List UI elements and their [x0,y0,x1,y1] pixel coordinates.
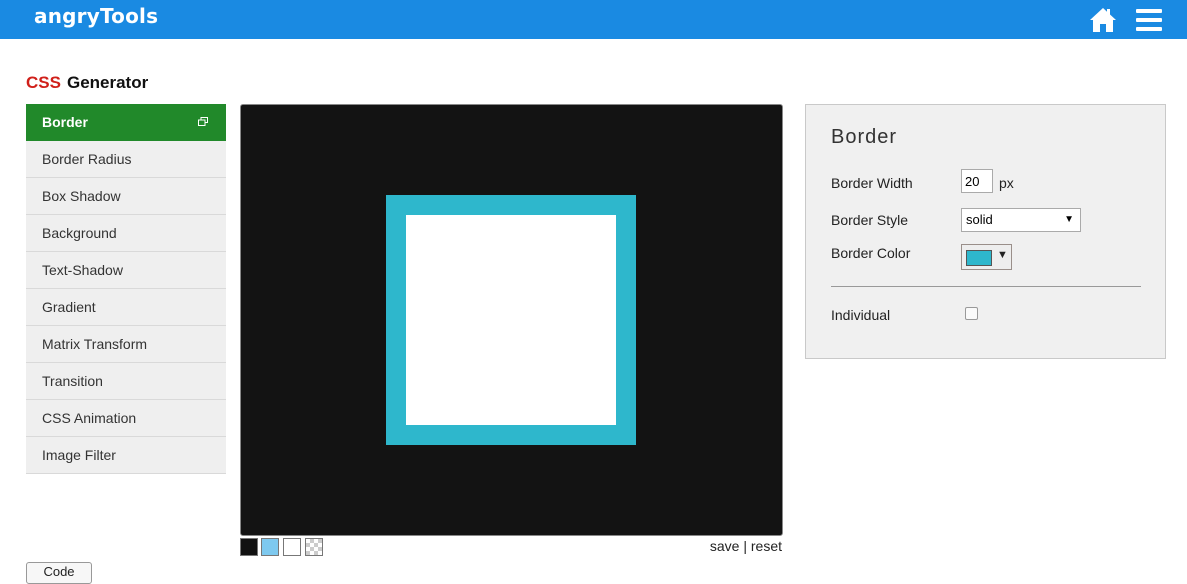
sidebar-item-box-shadow[interactable]: Box Shadow [26,178,226,215]
color-swatch-chip [966,250,992,266]
sidebar-item-border-radius[interactable]: Border Radius [26,141,226,178]
sidebar-item-label: Border [42,114,88,130]
sidebar-item-label: Matrix Transform [42,336,148,352]
save-link[interactable]: save [710,538,740,554]
border-color-picker[interactable]: ▼ [961,244,1012,270]
panel-divider [831,286,1141,287]
sidebar-item-label: Transition [42,373,103,389]
swatch-white[interactable] [283,538,301,556]
swatch-light-blue[interactable] [261,538,279,556]
border-width-input[interactable] [961,169,993,193]
link-separator: | [743,538,747,554]
chevron-down-icon: ▼ [997,249,1008,261]
sidebar-item-label: Box Shadow [42,188,121,204]
hamburger-menu-icon[interactable] [1136,9,1162,31]
sidebar-item-matrix-transform[interactable]: Matrix Transform [26,326,226,363]
sidebar-item-gradient[interactable]: Gradient [26,289,226,326]
sidebar-item-background[interactable]: Background [26,215,226,252]
menu-bar-3 [1136,27,1162,31]
menu-bar-1 [1136,9,1162,13]
border-style-value: solid [966,212,993,227]
top-bar: angryTools [0,0,1187,39]
sidebar-item-image-filter[interactable]: Image Filter [26,437,226,474]
sidebar-nav: Border Border Radius Box Shadow Backgrou… [26,104,226,474]
save-reset-links: save | reset [710,538,782,554]
sidebar-item-label: CSS Animation [42,410,137,426]
chevron-down-icon: ▼ [1064,214,1074,225]
border-style-label: Border Style [831,212,909,228]
sidebar-item-css-animation[interactable]: CSS Animation [26,400,226,437]
sidebar-item-label: Background [42,225,117,241]
sidebar-item-text-shadow[interactable]: Text-Shadow [26,252,226,289]
border-width-unit: px [999,175,1014,191]
page-title-rest: Generator [66,73,149,92]
page-title: CSS Generator [26,73,148,93]
sidebar-item-label: Image Filter [42,447,116,463]
border-style-select[interactable]: solid ▼ [961,208,1081,232]
swatch-transparent[interactable] [305,538,323,556]
border-settings-panel: Border Border Width px Border Style soli… [805,104,1166,359]
border-color-label: Border Color [831,245,911,261]
individual-label: Individual [831,307,891,323]
home-icon[interactable] [1089,7,1117,33]
border-width-label: Border Width [831,175,913,191]
sidebar-item-label: Gradient [42,299,96,315]
sidebar-item-transition[interactable]: Transition [26,363,226,400]
panel-title: Border [831,126,898,148]
individual-checkbox[interactable] [965,307,978,320]
sidebar-item-label: Text-Shadow [42,262,123,278]
app-logo[interactable]: angryTools [34,4,158,28]
reset-link[interactable]: reset [751,538,782,554]
menu-bar-2 [1136,18,1162,22]
popout-window-icon[interactable] [198,117,208,126]
code-button[interactable]: Code [26,562,92,584]
sidebar-item-label: Border Radius [42,151,132,167]
sidebar-item-border[interactable]: Border [26,104,226,141]
page-title-accent: CSS [26,73,61,92]
preview-canvas [240,104,783,536]
preview-demo-box [386,195,636,445]
swatch-black[interactable] [240,538,258,556]
